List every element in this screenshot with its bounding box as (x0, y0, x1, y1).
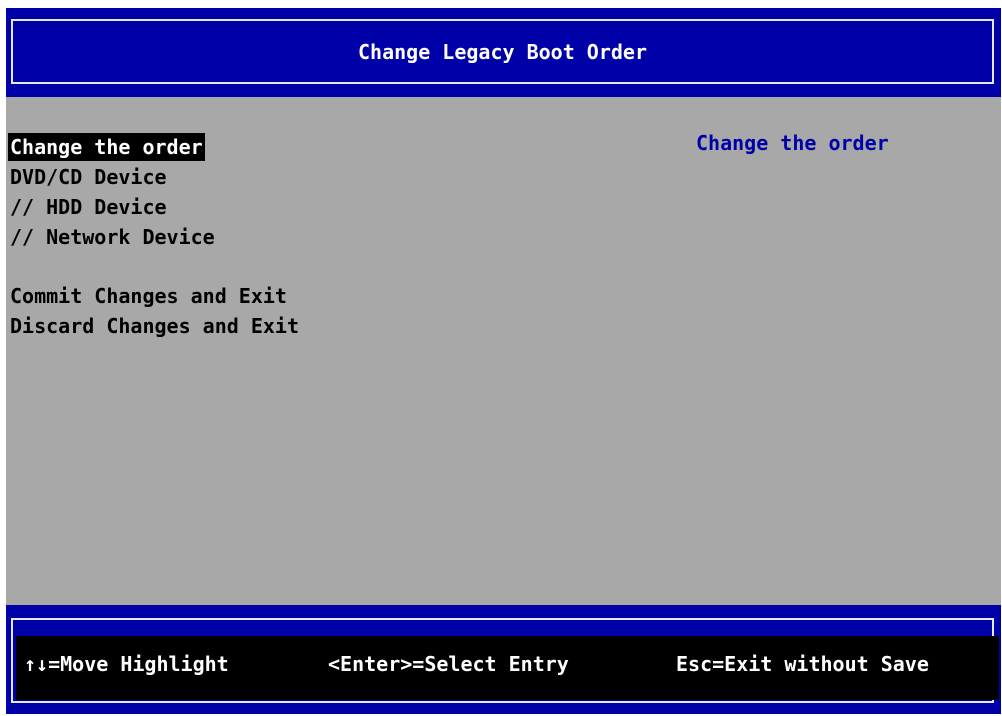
header-bar: Change Legacy Boot Order (6, 8, 1001, 97)
page-title: Change Legacy Boot Order (358, 39, 647, 64)
menu-item-hdd-device[interactable]: // HDD Device (8, 193, 169, 221)
header-frame: Change Legacy Boot Order (11, 19, 994, 84)
bios-screen: Change Legacy Boot Order Change the orde… (6, 8, 1001, 714)
menu-item-discard-changes[interactable]: Discard Changes and Exit (8, 312, 301, 340)
footer-bar: ↑↓=Move Highlight <Enter>=Select Entry E… (6, 605, 1001, 714)
menu-item-commit-changes[interactable]: Commit Changes and Exit (8, 282, 289, 310)
menu-item-change-order[interactable]: Change the order (8, 133, 205, 161)
menu-item-dvd-cd-device[interactable]: DVD/CD Device (8, 163, 169, 191)
hint-select-entry: <Enter>=Select Entry (328, 652, 569, 676)
hint-move-highlight: ↑↓=Move Highlight (24, 652, 229, 676)
key-hints-bar: ↑↓=Move Highlight <Enter>=Select Entry E… (16, 636, 999, 700)
main-panel: Change the order DVD/CD Device // HDD De… (6, 97, 1001, 605)
menu-item-network-device[interactable]: // Network Device (8, 223, 217, 251)
hint-exit-without-save: Esc=Exit without Save (676, 652, 929, 676)
help-description: Change the order (696, 131, 889, 155)
